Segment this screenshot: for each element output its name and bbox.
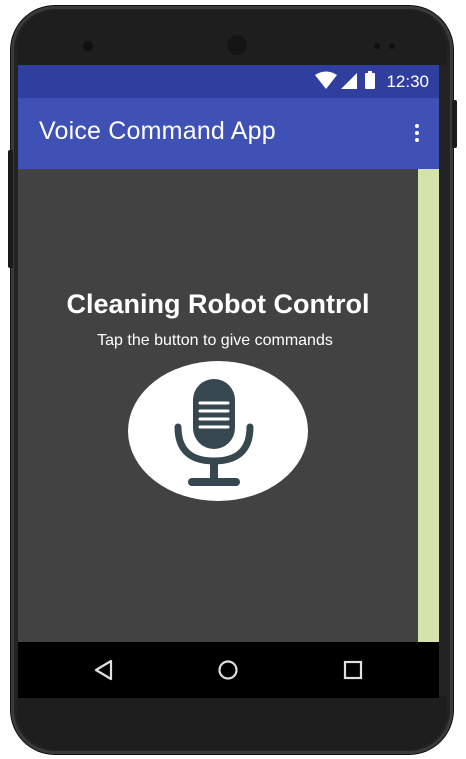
app-title: Voice Command App [39, 117, 276, 145]
dot [415, 124, 419, 128]
sensor-icon [389, 43, 395, 49]
battery-cap [368, 71, 372, 74]
status-time: 12:30 [386, 72, 429, 91]
phone-top-bezel [17, 10, 447, 66]
mic-capsule [193, 379, 235, 449]
home-icon[interactable] [214, 656, 242, 684]
more-vert-icon[interactable] [407, 122, 427, 146]
navigation-bar [18, 642, 439, 698]
battery-icon [365, 73, 375, 89]
power-button [452, 100, 457, 148]
phone-bottom-bezel [17, 696, 447, 750]
page-title: Cleaning Robot Control [66, 289, 370, 319]
screen: 12:30 Voice Command App Cleaning Robot C… [18, 65, 439, 698]
dot [415, 138, 419, 142]
status-bar: 12:30 [18, 65, 439, 98]
earpiece-speaker-icon [227, 35, 247, 55]
wifi-icon [315, 71, 337, 89]
sensor-icon [374, 43, 380, 49]
dot [415, 131, 419, 135]
main-content: Cleaning Robot Control Tap the button to… [18, 169, 418, 642]
volume-button [8, 150, 13, 268]
voice-command-button[interactable] [128, 361, 308, 501]
instruction-text: Tap the button to give commands [97, 332, 333, 349]
recents-icon[interactable] [339, 656, 367, 684]
side-panel-strip [418, 169, 439, 642]
signal-icon [341, 73, 357, 89]
front-camera-icon [83, 41, 93, 51]
status-icons [315, 71, 379, 91]
mic-base [188, 478, 240, 486]
app-bar: Voice Command App [18, 98, 439, 169]
status-icons-svg [315, 71, 375, 89]
microphone-icon [174, 379, 254, 486]
back-icon[interactable] [90, 656, 118, 684]
